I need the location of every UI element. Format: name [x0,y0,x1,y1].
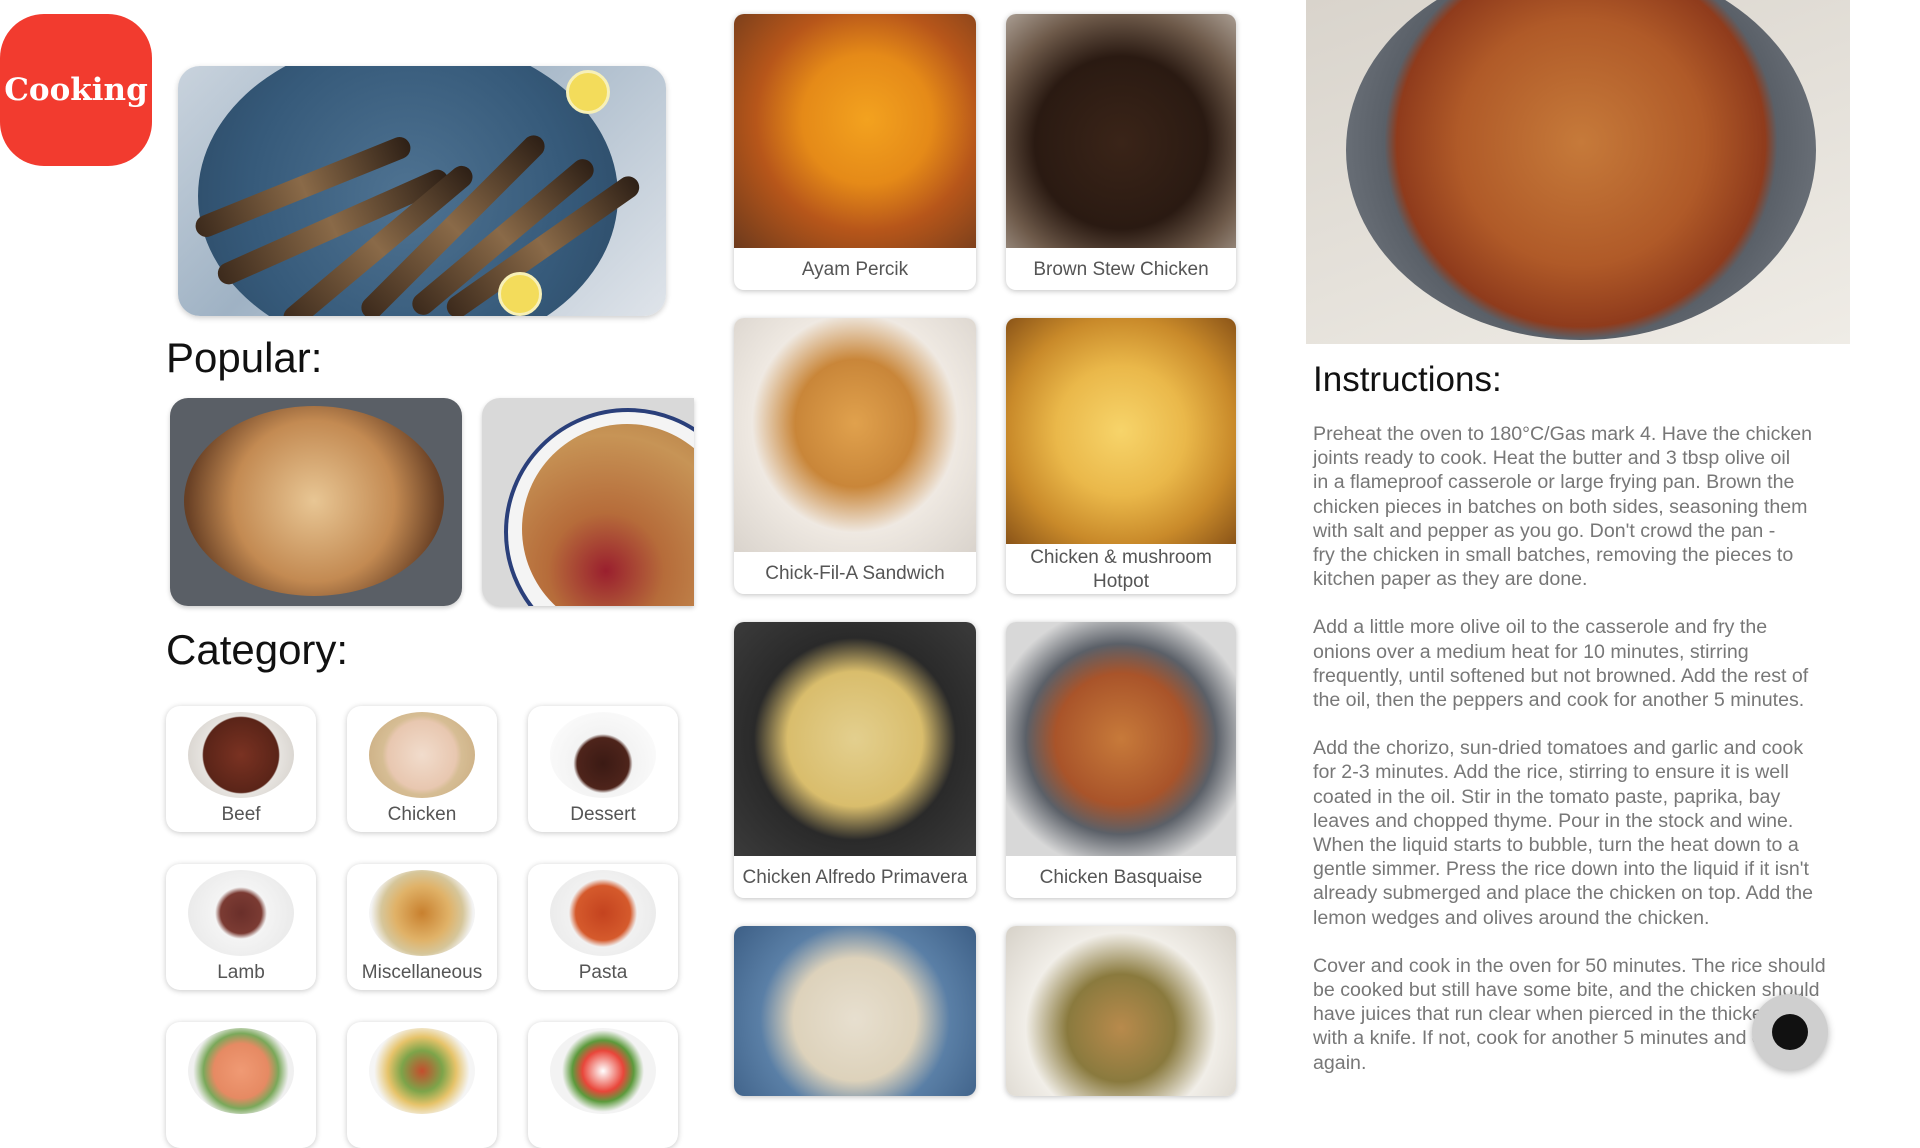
category-item[interactable] [528,1022,678,1148]
recipe-detail-image [1306,0,1850,344]
penne-image [550,870,656,956]
brown-stew-chicken-image [1006,14,1236,248]
category-pasta[interactable]: Pasta [528,864,678,990]
recipe-label: Ayam Percik [801,259,909,280]
recipe-label: Chicken & mushroom Hotpot [1030,547,1212,592]
instructions-paragraph: Add a little more olive oil to the casse… [1313,616,1809,712]
recipe-card-chicken-mushroom-hotpot[interactable]: Chicken & mushroom Hotpot [1006,318,1236,594]
basquaise-image [1006,622,1236,856]
category-label: Dessert [570,804,636,825]
salmon-plate-image [188,1028,294,1114]
potato-hotpot-image [1006,318,1236,544]
category-item[interactable] [347,1022,497,1148]
chicken-beans-image [1006,926,1236,1096]
apple-tart-image [184,406,444,596]
recipe-card[interactable] [734,926,976,1096]
recipe-label: Chicken Basquaise [1039,867,1203,888]
mixed-bowls-image [369,1028,475,1114]
instructions-paragraph: Add the chorizo, sun-dried tomatoes and … [1313,737,1813,929]
casserole-pot-shape [1346,0,1816,340]
recipe-card[interactable] [1006,926,1236,1096]
app-logo[interactable]: Cooking [0,14,152,166]
recipe-card-chicken-alfredo-primavera[interactable]: Chicken Alfredo Primavera [734,622,976,898]
category-label: Lamb [217,962,265,983]
popular-title: Popular: [166,334,323,381]
congee-image [734,926,976,1096]
instructions-paragraph: Preheat the oven to 180°C/Gas mark 4. Ha… [1313,423,1813,591]
recipe-card-brown-stew-chicken[interactable]: Brown Stew Chicken [1006,14,1236,290]
raw-chicken-image [369,712,475,798]
lamb-rack-image [188,870,294,956]
category-label: Chicken [387,804,457,825]
category-lamb[interactable]: Lamb [166,864,316,990]
category-dessert[interactable]: Dessert [528,706,678,832]
instructions-title: Instructions: [1313,360,1502,399]
chicken-sandwich-image [734,318,976,552]
recipe-label: Brown Stew Chicken [1033,259,1209,280]
chocolate-cake-image [550,712,656,798]
alfredo-pasta-image [734,622,976,856]
popular-item[interactable] [482,398,694,606]
floating-action-button[interactable] [1752,994,1828,1070]
tacos-image [369,870,475,956]
hero-image[interactable] [178,66,666,316]
record-dot-icon [1772,1014,1808,1050]
app-logo-text: Cooking [4,72,148,108]
category-chicken[interactable]: Chicken [347,706,497,832]
category-beef[interactable]: Beef [166,706,316,832]
category-item[interactable] [166,1022,316,1148]
category-miscellaneous[interactable]: Miscellaneous [347,864,497,990]
lemon-shape [498,272,542,316]
recipe-card-ayam-percik[interactable]: Ayam Percik [734,14,976,290]
lemon-shape [566,70,610,114]
caprese-image [550,1028,656,1114]
popular-item[interactable] [170,398,462,606]
recipe-card-chicken-basquaise[interactable]: Chicken Basquaise [1006,622,1236,898]
ayam-percik-image [734,14,976,248]
category-title: Category: [166,626,349,673]
recipe-label: Chick-Fil-A Sandwich [765,563,945,584]
recipe-label: Chicken Alfredo Primavera [742,867,968,888]
steak-image [188,712,294,798]
category-label: Miscellaneous [361,962,483,983]
category-label: Pasta [578,962,628,983]
recipe-card-chick-fil-a-sandwich[interactable]: Chick-Fil-A Sandwich [734,318,976,594]
category-label: Beef [221,804,261,825]
